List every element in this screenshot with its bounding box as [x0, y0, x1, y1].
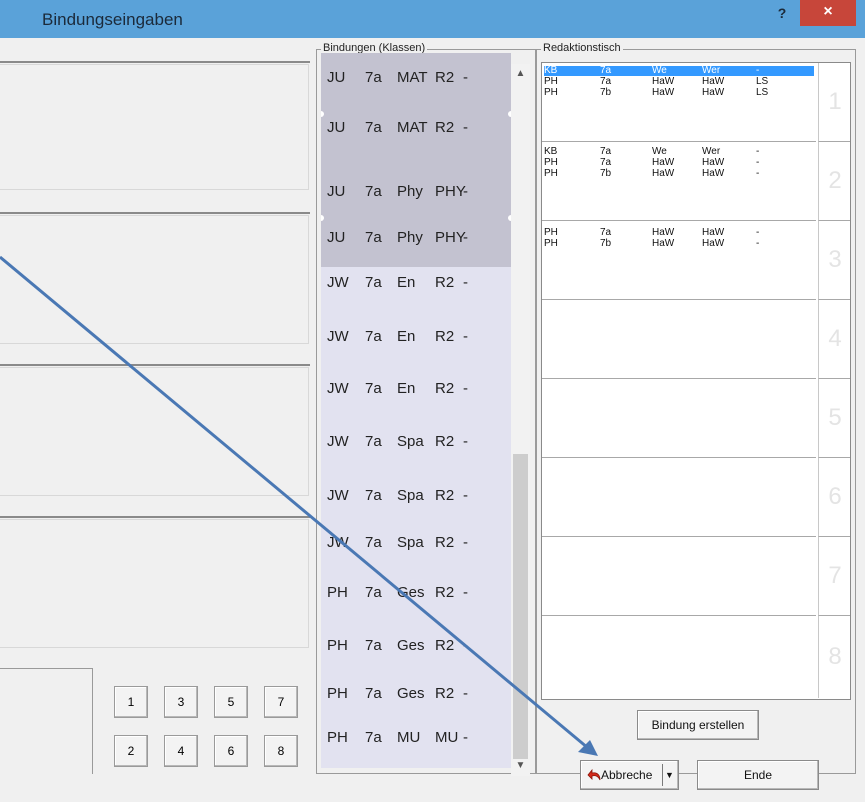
- annotation-arrow: [0, 255, 598, 756]
- annotation-arrow-line: [0, 255, 589, 750]
